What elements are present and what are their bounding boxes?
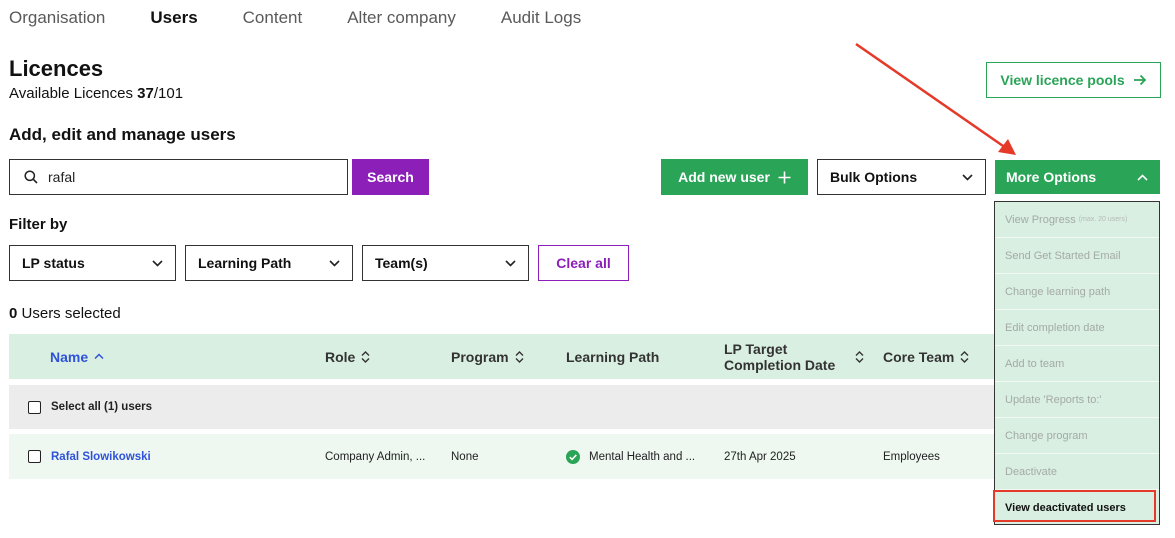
tab-organisation[interactable]: Organisation	[9, 8, 105, 28]
filter-by-title: Filter by	[9, 216, 68, 233]
row-checkbox-cell	[28, 434, 41, 479]
menu-item-update-reports-to[interactable]: Update 'Reports to:'	[995, 382, 1159, 418]
column-header-program[interactable]: Program	[451, 334, 524, 379]
more-options-menu: View Progress (max. 20 users) Send Get St…	[994, 201, 1160, 525]
arrow-right-icon	[1133, 74, 1146, 86]
bulk-options-select[interactable]: Bulk Options	[817, 159, 986, 195]
column-header-name-label: Name	[50, 348, 89, 365]
lp-status-label: LP status	[22, 255, 85, 271]
column-header-core-team-label: Core Team	[883, 348, 955, 365]
tab-content[interactable]: Content	[243, 8, 303, 28]
select-all-checkbox[interactable]	[28, 400, 41, 414]
sort-icon	[361, 350, 370, 363]
search-icon	[24, 170, 38, 184]
table-header: Name Role Program Learning Path LP Targe…	[9, 334, 1009, 379]
user-core-team: Employees	[883, 450, 940, 463]
select-all-label: Select all (1) users	[51, 401, 152, 413]
available-licences: Available Licences 37/101	[9, 85, 183, 102]
column-header-learning-path: Learning Path	[566, 334, 659, 379]
row-checkbox[interactable]	[28, 450, 41, 463]
chevron-up-icon	[1137, 173, 1148, 181]
available-licences-count: 37	[137, 85, 154, 102]
add-new-user-button[interactable]: Add new user	[661, 159, 808, 195]
menu-item-view-progress-note: (max. 20 users)	[1078, 216, 1128, 223]
table-row: Rafal Slowikowski Company Admin, ... Non…	[9, 434, 1009, 479]
sort-icon	[515, 350, 524, 363]
menu-item-change-learning-path[interactable]: Change learning path	[995, 274, 1159, 310]
column-header-core-team[interactable]: Core Team	[883, 334, 969, 379]
column-header-lp-date-label: LP Target Completion Date	[724, 340, 836, 373]
highlight-box	[993, 490, 1156, 522]
menu-item-view-progress-label: View Progress	[1005, 213, 1076, 226]
top-navigation: Organisation Users Content Alter company…	[9, 6, 626, 30]
sort-ascending-icon	[94, 353, 104, 360]
menu-item-change-program[interactable]: Change program	[995, 418, 1159, 454]
user-lp-date: 27th Apr 2025	[724, 450, 796, 463]
add-new-user-label: Add new user	[678, 169, 770, 185]
search-input[interactable]	[48, 169, 308, 185]
menu-item-add-to-team[interactable]: Add to team	[995, 346, 1159, 382]
sort-icon	[855, 350, 864, 363]
menu-item-send-get-started-email[interactable]: Send Get Started Email	[995, 238, 1159, 274]
selected-count-number: 0	[9, 305, 18, 322]
column-header-name[interactable]: Name	[50, 334, 104, 379]
page-title: Licences	[9, 56, 104, 81]
tab-alter-company[interactable]: Alter company	[347, 8, 456, 28]
user-name-link[interactable]: Rafal Slowikowski	[51, 434, 151, 479]
chevron-down-icon	[505, 259, 516, 267]
sort-icon	[960, 350, 969, 363]
teams-select[interactable]: Team(s)	[362, 245, 529, 281]
learning-path-label: Learning Path	[198, 255, 292, 271]
user-program: None	[451, 450, 479, 463]
select-all-row: Select all (1) users	[9, 385, 1009, 429]
chevron-down-icon	[962, 173, 973, 181]
users-selected-count: 0 Users selected	[9, 305, 121, 322]
user-role: Company Admin, ...	[325, 450, 426, 463]
view-licence-pools-label: View licence pools	[1000, 72, 1125, 88]
menu-item-view-progress[interactable]: View Progress (max. 20 users)	[995, 202, 1159, 238]
more-options-button[interactable]: More Options	[995, 160, 1160, 194]
menu-item-deactivate[interactable]: Deactivate	[995, 454, 1159, 490]
learning-path-select[interactable]: Learning Path	[185, 245, 353, 281]
chevron-down-icon	[329, 259, 340, 267]
column-header-role[interactable]: Role	[325, 334, 370, 379]
column-header-role-label: Role	[325, 348, 356, 365]
check-circle-icon	[566, 449, 580, 464]
column-header-lp-date[interactable]: LP Target Completion Date	[724, 334, 874, 379]
total-licences: /101	[153, 85, 184, 102]
selected-count-label: Users selected	[21, 305, 121, 322]
manage-users-title: Add, edit and manage users	[9, 125, 236, 144]
plus-icon	[778, 171, 791, 183]
more-options-label: More Options	[1006, 169, 1097, 185]
tab-users[interactable]: Users	[150, 8, 197, 28]
column-header-learning-path-label: Learning Path	[566, 348, 660, 365]
search-field	[9, 159, 348, 195]
column-header-program-label: Program	[451, 348, 509, 365]
menu-item-edit-completion-date[interactable]: Edit completion date	[995, 310, 1159, 346]
search-button[interactable]: Search	[352, 159, 429, 195]
view-licence-pools-button[interactable]: View licence pools	[986, 62, 1161, 98]
clear-all-button[interactable]: Clear all	[538, 245, 629, 281]
user-learning-path: Mental Health and ...	[566, 434, 695, 479]
available-licences-label: Available Licences	[9, 85, 133, 102]
teams-label: Team(s)	[375, 255, 428, 271]
user-learning-path-label: Mental Health and ...	[589, 450, 696, 463]
lp-status-select[interactable]: LP status	[9, 245, 176, 281]
bulk-options-label: Bulk Options	[830, 169, 918, 185]
tab-audit-logs[interactable]: Audit Logs	[501, 8, 581, 28]
chevron-down-icon	[152, 259, 163, 267]
